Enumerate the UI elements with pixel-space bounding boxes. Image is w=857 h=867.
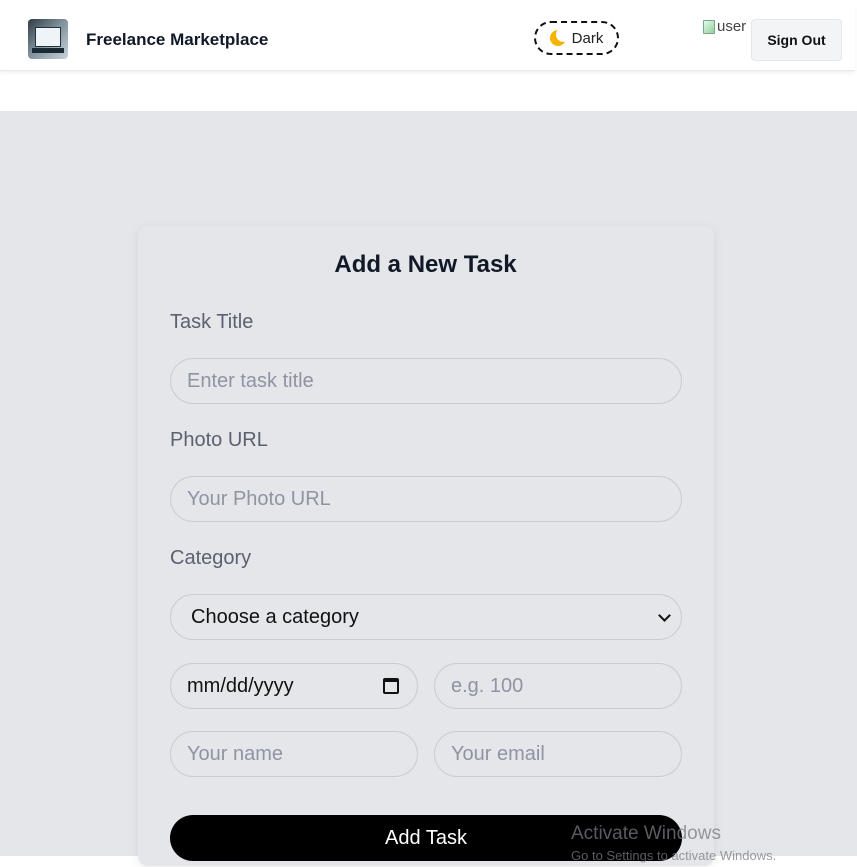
calendar-icon[interactable] (383, 678, 399, 694)
avatar[interactable]: user (703, 18, 749, 40)
watermark-title: Activate Windows (571, 823, 721, 844)
logo-icon[interactable] (28, 19, 68, 59)
logo-screen (35, 27, 61, 47)
watermark-subtitle: Go to Settings to activate Windows. (571, 848, 777, 863)
photo-url-input[interactable]: Your Photo URL (170, 476, 682, 522)
theme-toggle-button[interactable]: Dark (534, 21, 619, 55)
category-selected-value: Choose a category (191, 605, 359, 628)
task-title-input[interactable]: Enter task title (170, 358, 682, 404)
activate-windows-watermark: Activate Windows Go to Settings to activ… (571, 823, 776, 867)
date-placeholder: mm/dd/yyyy (187, 674, 294, 697)
moon-icon (549, 27, 571, 46)
chevron-down-icon (658, 608, 671, 622)
logo-base (32, 48, 64, 53)
deadline-date-input[interactable]: mm/dd/yyyy (170, 663, 418, 709)
email-input[interactable]: Your email (434, 731, 682, 777)
form-title: Add a New Task (334, 251, 517, 278)
category-select[interactable]: Choose a category (170, 594, 682, 640)
budget-input[interactable]: e.g. 100 (434, 663, 682, 709)
brand-name[interactable]: Freelance Marketplace (86, 30, 268, 50)
navbar: Freelance Marketplace Dark user Sign Out (0, 6, 855, 71)
name-input[interactable]: Your name (170, 731, 418, 777)
broken-image-icon (703, 20, 715, 34)
theme-toggle-label: Dark (571, 29, 604, 47)
category-label: Category (170, 547, 252, 569)
sign-out-button[interactable]: Sign Out (751, 19, 842, 61)
avatar-alt-text: user (717, 18, 747, 35)
task-title-label: Task Title (170, 311, 254, 333)
photo-url-label: Photo URL (170, 429, 268, 451)
